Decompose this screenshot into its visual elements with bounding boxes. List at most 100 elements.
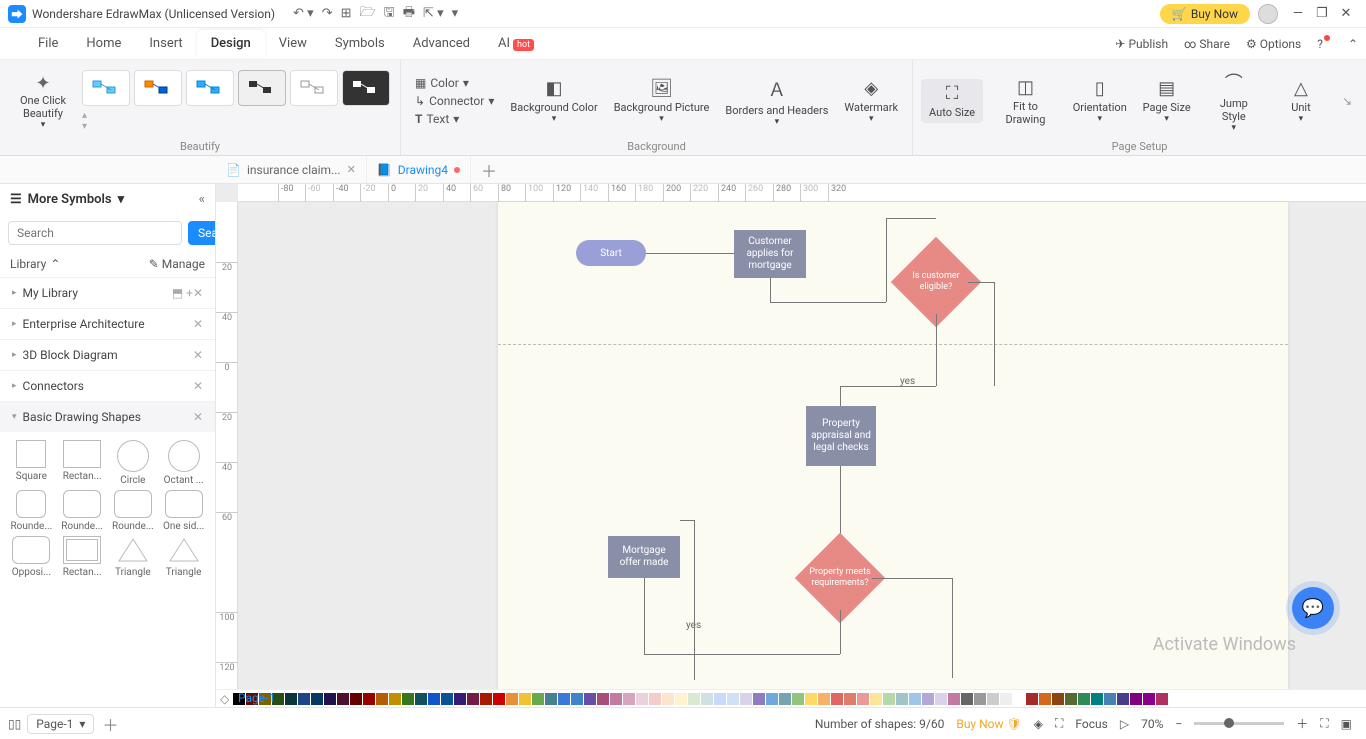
node-apply[interactable]: Customer applies for mortgage [734, 230, 806, 278]
color-swatch[interactable] [779, 693, 791, 705]
publish-button[interactable]: ✈ Publish [1115, 37, 1168, 51]
color-swatch[interactable] [1130, 693, 1142, 705]
save-button[interactable]: 🖫 [384, 3, 395, 25]
page-size-button[interactable]: ▤Page Size▾ [1136, 74, 1198, 128]
buy-now-link[interactable]: Buy Now 🛡 [956, 717, 1021, 731]
color-swatch[interactable] [558, 693, 570, 705]
color-swatch[interactable] [1052, 693, 1064, 705]
layers-icon[interactable]: ◈ [1034, 717, 1043, 731]
presentation-icon[interactable]: ⛶ [1055, 716, 1063, 731]
color-swatch[interactable] [1013, 693, 1025, 705]
shape-rectangle[interactable]: Rectan... [59, 440, 106, 486]
search-button[interactable]: Search [188, 221, 216, 245]
color-swatch[interactable] [662, 693, 674, 705]
options-button[interactable]: ⚙ Options [1246, 37, 1301, 51]
new-button[interactable]: ⊞ [341, 6, 352, 21]
color-swatch[interactable] [311, 693, 323, 705]
node-appraisal[interactable]: Property appraisal and legal checks [806, 406, 876, 466]
color-swatch[interactable] [922, 693, 934, 705]
color-swatch[interactable] [688, 693, 700, 705]
buy-now-button[interactable]: 🛒 Buy Now [1160, 4, 1250, 24]
close-button[interactable]: ✕ [1334, 6, 1358, 21]
color-swatch[interactable] [831, 693, 843, 705]
theme-5[interactable] [290, 70, 338, 106]
color-swatch[interactable] [987, 693, 999, 705]
auto-size-button[interactable]: ⛶Auto Size [921, 79, 983, 123]
color-swatch[interactable] [1104, 693, 1116, 705]
color-swatch[interactable] [298, 693, 310, 705]
fit-page-icon[interactable]: ⛶ [1320, 716, 1328, 731]
tab-ai[interactable]: AIhot [484, 30, 548, 57]
tab-symbols[interactable]: Symbols [321, 30, 399, 57]
connector-dropdown[interactable]: ↳ Connector ▾ [415, 94, 494, 108]
theme-3[interactable] [186, 70, 234, 106]
add-page-button[interactable]: ＋ [102, 712, 118, 736]
add-tab-button[interactable]: ＋ [471, 158, 507, 182]
cat-basic-shapes[interactable]: ▾Basic Drawing Shapes✕ [0, 401, 215, 432]
bg-color-button[interactable]: ◧Background Color▾ [504, 74, 603, 128]
color-swatch[interactable] [766, 693, 778, 705]
fit-drawing-button[interactable]: ◫Fit to Drawing [987, 73, 1064, 130]
zoom-slider[interactable] [1194, 722, 1284, 725]
sidebar-header[interactable]: ☰ More Symbols ▾« [0, 184, 215, 215]
shape-rounded2[interactable]: Rounde... [59, 490, 106, 532]
color-swatch[interactable] [1143, 693, 1155, 705]
focus-button[interactable]: Focus [1075, 717, 1107, 731]
color-swatch[interactable] [415, 693, 427, 705]
color-swatch[interactable] [610, 693, 622, 705]
text-dropdown[interactable]: T Text ▾ [415, 112, 494, 126]
shape-rounded3[interactable]: Rounde... [110, 490, 157, 532]
minimize-button[interactable]: — [1286, 6, 1310, 21]
color-swatch[interactable] [1091, 693, 1103, 705]
color-swatch[interactable] [467, 693, 479, 705]
borders-headers-button[interactable]: ＡBorders and Headers▾ [719, 72, 834, 131]
color-swatch[interactable] [285, 693, 297, 705]
zoom-out[interactable]: − [1175, 717, 1182, 731]
chat-fab[interactable]: 💬 [1292, 587, 1334, 629]
color-swatch[interactable] [337, 693, 349, 705]
page-setup-launcher[interactable]: ↘ [1336, 94, 1358, 108]
page-tab-label[interactable]: Page-1 [238, 691, 275, 705]
fullscreen-icon[interactable]: ▣ [1341, 717, 1352, 731]
color-swatch[interactable] [1039, 693, 1051, 705]
color-swatch[interactable] [376, 693, 388, 705]
shape-square[interactable]: Square [8, 440, 55, 486]
color-swatch[interactable] [1156, 693, 1168, 705]
color-dropdown[interactable]: ▦ Color ▾ [415, 76, 494, 90]
page-selector[interactable]: Page-1 ▾ [27, 714, 94, 734]
help-button[interactable]: ? [1317, 37, 1332, 51]
zoom-in[interactable]: ＋ [1296, 715, 1308, 732]
doc-tab-2[interactable]: 📘 Drawing4 [367, 156, 471, 183]
tab-file[interactable]: File [24, 30, 72, 57]
color-swatch[interactable] [714, 693, 726, 705]
color-swatch[interactable] [454, 693, 466, 705]
cat-connectors[interactable]: ▸Connectors✕ [0, 370, 215, 401]
color-swatch[interactable] [1000, 693, 1012, 705]
node-start[interactable]: Start [576, 240, 646, 266]
cat-enterprise[interactable]: ▸Enterprise Architecture✕ [0, 308, 215, 339]
color-swatch[interactable] [740, 693, 752, 705]
tab-design[interactable]: Design [197, 30, 265, 57]
shape-triangle2[interactable]: Triangle [160, 536, 207, 578]
color-swatch[interactable] [701, 693, 713, 705]
color-swatch[interactable] [441, 693, 453, 705]
color-swatch[interactable] [675, 693, 687, 705]
unit-button[interactable]: △Unit▾ [1270, 74, 1332, 128]
color-swatch[interactable] [753, 693, 765, 705]
color-swatch[interactable] [792, 693, 804, 705]
color-swatch[interactable] [896, 693, 908, 705]
theme-4[interactable] [238, 70, 286, 106]
theme-6[interactable] [342, 70, 390, 106]
doc-tab-1[interactable]: 📄 insurance claim...✕ [216, 156, 367, 183]
color-swatch[interactable] [571, 693, 583, 705]
color-swatch[interactable] [363, 693, 375, 705]
node-offer[interactable]: Mortgage offer made [608, 536, 680, 578]
color-swatch[interactable] [493, 693, 505, 705]
jump-style-button[interactable]: ⌒Jump Style▾ [1202, 65, 1266, 137]
color-swatch[interactable] [402, 693, 414, 705]
user-avatar[interactable] [1258, 4, 1278, 24]
color-swatch[interactable] [974, 693, 986, 705]
color-swatch[interactable] [857, 693, 869, 705]
shape-octant[interactable]: Octant ... [160, 440, 207, 486]
pages-icon[interactable]: ▯▯ [8, 717, 21, 731]
